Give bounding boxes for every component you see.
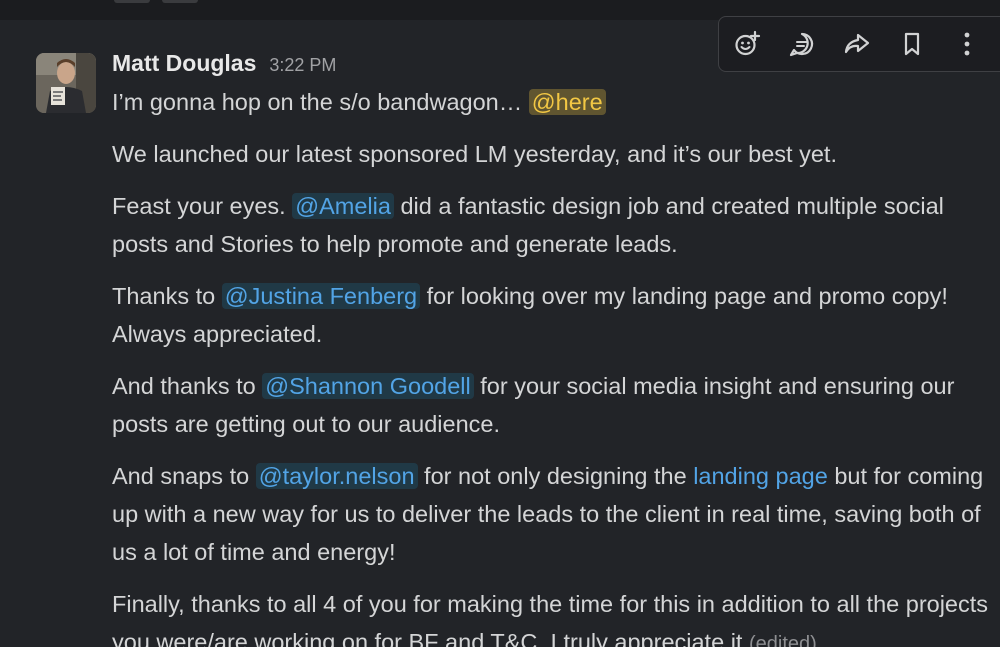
- more-actions-button[interactable]: [939, 22, 994, 66]
- author-name[interactable]: Matt Douglas: [112, 50, 256, 77]
- paragraph-text: Finally, thanks to all 4 of you for maki…: [112, 591, 989, 647]
- paragraph-7: Finally, thanks to all 4 of you for maki…: [112, 585, 997, 647]
- paragraph-4: Thanks to @Justina Fenberg for looking o…: [112, 277, 997, 353]
- landing-page-link[interactable]: landing page: [693, 463, 828, 489]
- avatar-image: [36, 53, 96, 113]
- mention-here[interactable]: @here: [528, 89, 606, 115]
- share-button[interactable]: [829, 22, 884, 66]
- paragraph-text: And snaps to: [112, 463, 256, 489]
- avatar[interactable]: [36, 53, 96, 113]
- paragraph-text: Thanks to: [112, 283, 222, 309]
- paragraph-text: And thanks to: [112, 373, 263, 399]
- edited-label: (edited): [748, 633, 817, 647]
- mention-taylor-nelson[interactable]: @taylor.nelson: [255, 463, 418, 489]
- timestamp[interactable]: 3:22 PM: [269, 55, 336, 76]
- message-header: Matt Douglas 3:22 PM: [112, 50, 336, 77]
- share-icon: [844, 33, 869, 54]
- mention-amelia[interactable]: @Amelia: [292, 193, 394, 219]
- paragraph-5: And thanks to @Shannon Goodell for your …: [112, 367, 997, 443]
- add-reaction-button[interactable]: [719, 22, 774, 66]
- save-for-later-button[interactable]: [884, 22, 939, 66]
- add-reaction-icon: [734, 30, 760, 56]
- paragraph-6: And snaps to @taylor.nelson for not only…: [112, 457, 997, 571]
- paragraph-3: Feast your eyes. @Amelia did a fantastic…: [112, 187, 997, 263]
- message-actions-toolbar: [718, 16, 1000, 72]
- bookmark-icon: [904, 32, 919, 56]
- more-actions-icon: [964, 32, 969, 56]
- paragraph-text: I’m gonna hop on the s/o bandwagon…: [112, 89, 529, 115]
- reaction-pill[interactable]: [114, 0, 150, 3]
- mention-justina-fenberg[interactable]: @Justina Fenberg: [221, 283, 421, 309]
- paragraph-text: for not only designing the: [417, 463, 694, 489]
- paragraph-2: We launched our latest sponsored LM yest…: [112, 135, 997, 173]
- paragraph-1: I’m gonna hop on the s/o bandwagon… @her…: [112, 83, 997, 121]
- reaction-pill[interactable]: [162, 0, 198, 3]
- message-body: I’m gonna hop on the s/o bandwagon… @her…: [112, 83, 997, 647]
- reply-in-thread-icon: [789, 32, 813, 57]
- mention-shannon-goodell[interactable]: @Shannon Goodell: [262, 373, 474, 399]
- reply-in-thread-button[interactable]: [774, 22, 829, 66]
- paragraph-text: Feast your eyes.: [112, 193, 293, 219]
- message: Matt Douglas 3:22 PM I’m gonna hop on th…: [0, 16, 1000, 647]
- paragraph-text: We launched our latest sponsored LM yest…: [112, 141, 837, 167]
